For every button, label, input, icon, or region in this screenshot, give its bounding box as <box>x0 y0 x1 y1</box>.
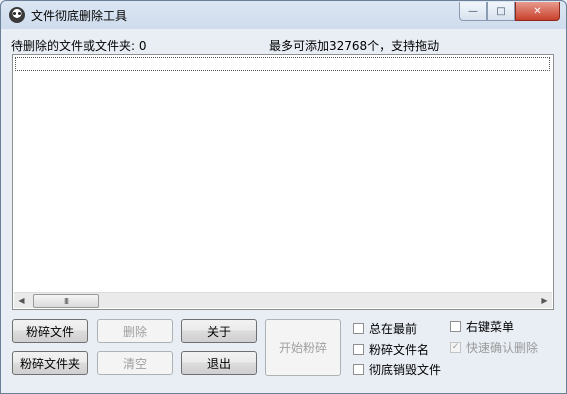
scroll-left-icon[interactable]: ◀ <box>14 293 29 308</box>
file-list[interactable]: ◀ III ▶ <box>12 54 554 310</box>
context-menu-label: 右键菜单 <box>466 320 515 334</box>
shred-filename-option[interactable]: 粉碎文件名 <box>353 341 429 358</box>
shred-file-button[interactable]: 粉碎文件 <box>12 319 88 343</box>
about-button[interactable]: 关于 <box>181 319 257 343</box>
destroy-file-option[interactable]: 彻底销毁文件 <box>353 361 441 378</box>
destroy-file-checkbox[interactable] <box>353 364 364 375</box>
quick-confirm-delete-label: 快速确认删除 <box>466 341 539 355</box>
caption-buttons: — □ ✕ <box>459 2 560 21</box>
title-bar[interactable]: 文件彻底删除工具 — □ ✕ <box>1 1 566 29</box>
scroll-right-icon[interactable]: ▶ <box>537 293 552 308</box>
exit-button[interactable]: 退出 <box>181 351 257 375</box>
maximize-button[interactable]: □ <box>487 2 515 21</box>
shred-folder-button[interactable]: 粉碎文件夹 <box>12 351 88 375</box>
shred-filename-checkbox[interactable] <box>353 344 364 355</box>
list-focus-row <box>15 57 550 71</box>
app-window: 文件彻底删除工具 — □ ✕ 待删除的文件或文件夹: 0 最多可添加32768个… <box>0 0 567 394</box>
quick-confirm-delete-option[interactable]: ✓ 快速确认删除 <box>450 339 538 356</box>
context-menu-checkbox[interactable] <box>450 321 461 332</box>
always-on-top-option[interactable]: 总在最前 <box>353 320 417 337</box>
horizontal-scrollbar[interactable]: ◀ III ▶ <box>14 292 552 308</box>
scroll-thumb[interactable]: III <box>33 294 99 308</box>
minimize-button[interactable]: — <box>459 2 487 21</box>
destroy-file-label: 彻底销毁文件 <box>369 363 442 377</box>
shred-filename-label: 粉碎文件名 <box>369 343 430 357</box>
always-on-top-checkbox[interactable] <box>353 323 364 334</box>
start-shred-button[interactable]: 开始粉碎 <box>265 319 341 376</box>
window-title: 文件彻底删除工具 <box>31 9 128 23</box>
quick-confirm-delete-checkbox[interactable]: ✓ <box>450 342 461 353</box>
delete-button[interactable]: 删除 <box>97 319 173 343</box>
capacity-hint-label: 最多可添加32768个，支持拖动 <box>269 39 440 53</box>
always-on-top-label: 总在最前 <box>369 322 418 336</box>
context-menu-option[interactable]: 右键菜单 <box>450 318 514 335</box>
skull-app-icon <box>9 7 25 23</box>
clear-button[interactable]: 清空 <box>97 351 173 375</box>
pending-count-label: 待删除的文件或文件夹: 0 <box>11 39 147 53</box>
close-button[interactable]: ✕ <box>515 2 560 21</box>
